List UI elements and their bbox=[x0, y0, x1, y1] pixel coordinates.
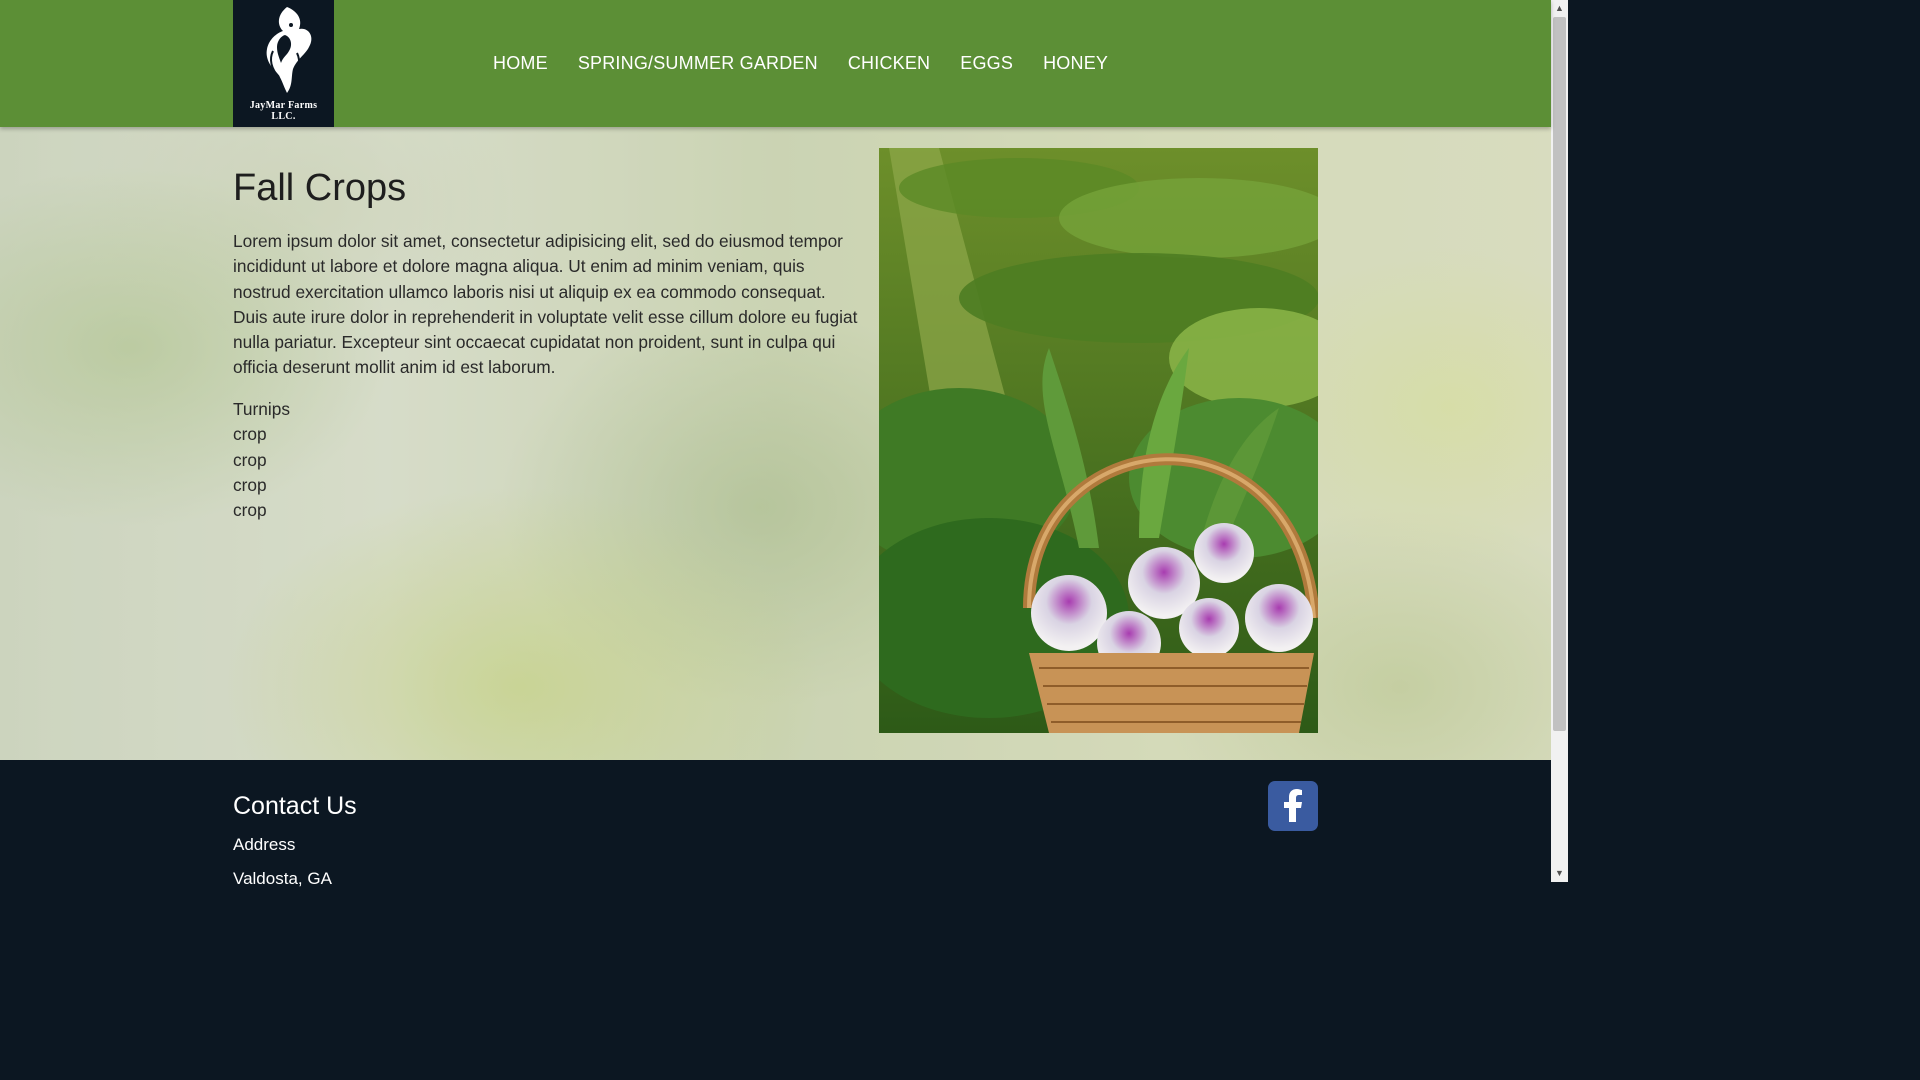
crop-list: Turnips crop crop crop crop bbox=[233, 397, 290, 523]
turnip-basket-illustration bbox=[879, 148, 1318, 733]
vertical-scrollbar[interactable]: ▲ ▼ bbox=[1551, 0, 1568, 882]
turnip-basket-photo bbox=[879, 148, 1318, 733]
nav-chicken[interactable]: CHICKEN bbox=[833, 49, 945, 77]
nav-honey[interactable]: HONEY bbox=[1028, 49, 1123, 77]
logo-text-line1: JayMar Farms bbox=[249, 100, 318, 111]
facebook-icon bbox=[1284, 789, 1302, 822]
list-item: crop bbox=[233, 424, 267, 445]
list-item: Turnips bbox=[233, 399, 290, 419]
page-title: Fall Crops bbox=[233, 167, 407, 209]
scroll-down-icon[interactable]: ▼ bbox=[1551, 865, 1568, 882]
main-section: Fall Crops Lorem ipsum dolor sit amet, c… bbox=[0, 127, 1551, 760]
scroll-up-icon[interactable]: ▲ bbox=[1551, 0, 1568, 17]
list-item: crop bbox=[233, 474, 267, 495]
intro-paragraph: Lorem ipsum dolor sit amet, consectetur … bbox=[233, 231, 858, 378]
nav-spring-summer-garden[interactable]: SPRING/SUMMER GARDEN bbox=[563, 49, 833, 77]
contact-title: Contact Us bbox=[233, 792, 357, 820]
site-header: JayMar Farms LLC. HOME SPRING/SUMMER GAR… bbox=[0, 0, 1551, 127]
site-footer: Contact Us Address Valdosta, GA bbox=[0, 760, 1551, 888]
logo-text-line2: LLC. bbox=[271, 111, 296, 122]
address-city: Valdosta, GA bbox=[233, 869, 332, 888]
list-item: crop bbox=[233, 449, 267, 470]
main-nav: HOME SPRING/SUMMER GARDEN CHICKEN EGGS H… bbox=[478, 49, 1123, 77]
site-logo[interactable]: JayMar Farms LLC. bbox=[233, 0, 334, 127]
nav-home[interactable]: HOME bbox=[478, 49, 563, 77]
scroll-thumb[interactable] bbox=[1553, 17, 1566, 731]
address-label: Address bbox=[233, 835, 296, 854]
nav-eggs[interactable]: EGGS bbox=[945, 49, 1028, 77]
logo-text: JayMar Farms LLC. bbox=[233, 100, 334, 122]
rooster-icon bbox=[266, 7, 312, 93]
facebook-link[interactable] bbox=[1268, 781, 1318, 831]
list-item: crop bbox=[233, 500, 267, 521]
